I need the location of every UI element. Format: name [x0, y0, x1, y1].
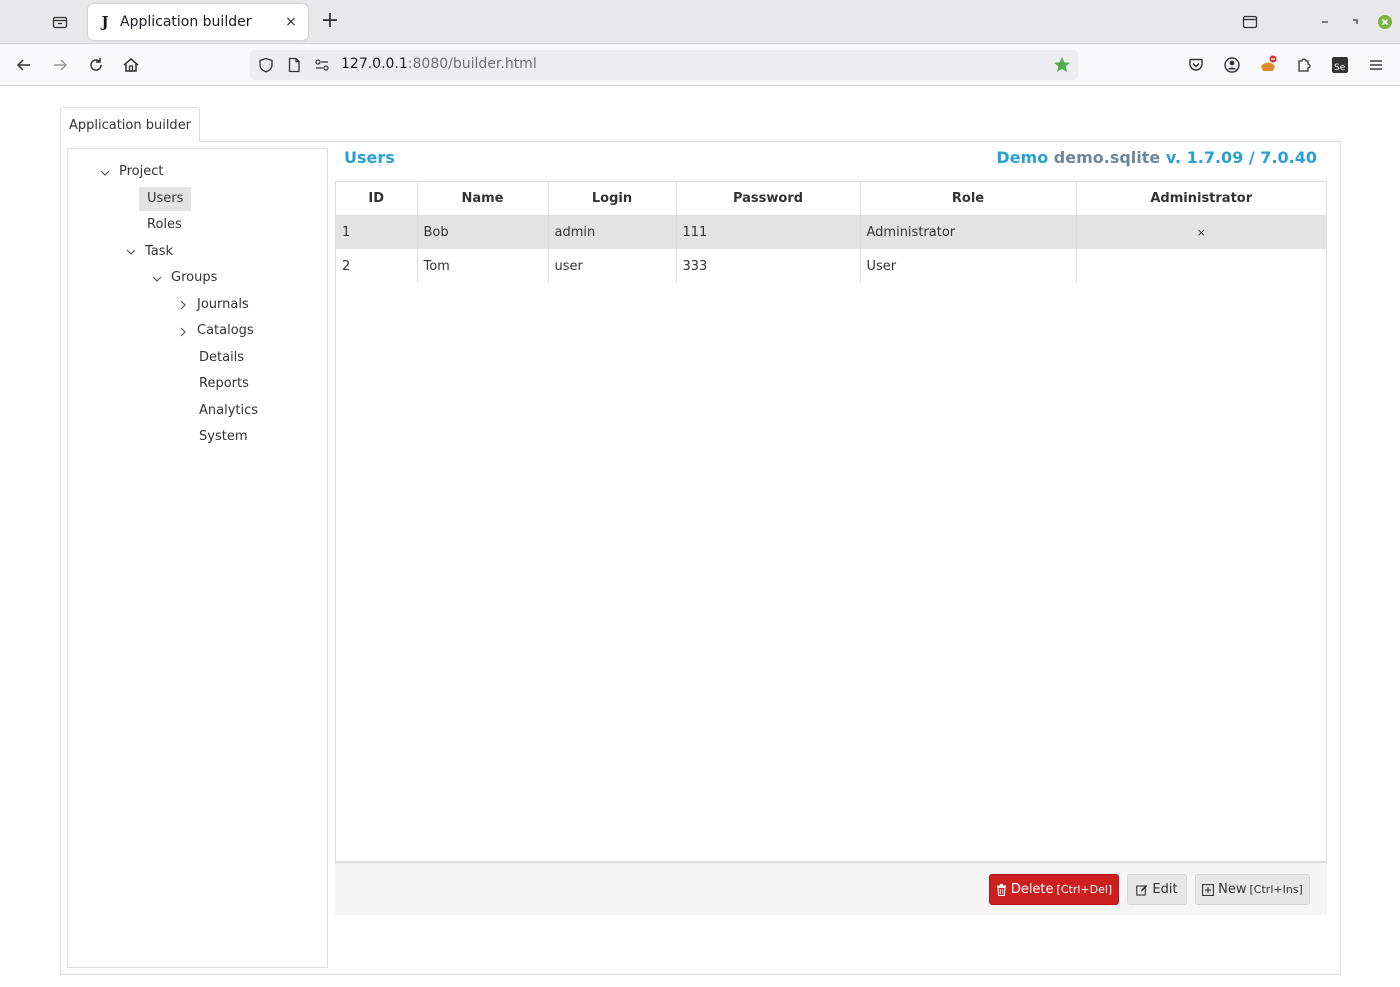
edit-icon — [1136, 884, 1148, 896]
table-row[interactable]: 1 Bob admin 111 Administrator × — [336, 215, 1326, 249]
cell-name: Bob — [417, 215, 549, 249]
tab-title: Application builder — [120, 14, 252, 30]
column-header-name[interactable]: Name — [417, 182, 549, 216]
page-icon[interactable] — [286, 57, 302, 73]
pocket-icon[interactable] — [1184, 53, 1208, 77]
svg-text:Se: Se — [1334, 63, 1346, 73]
back-icon[interactable] — [12, 53, 36, 77]
cell-password: 333 — [676, 249, 861, 283]
new-button[interactable]: New [Ctrl+Ins] — [1195, 874, 1310, 905]
menu-icon[interactable] — [1364, 53, 1388, 77]
tab-application-builder[interactable]: Application builder — [60, 107, 200, 142]
grid-footer: Delete [Ctrl+Del] Edit New [Ctrl+Ins] — [335, 862, 1327, 915]
tab-close-icon[interactable]: × — [282, 13, 300, 31]
cell-login: user — [548, 249, 677, 283]
close-window-icon[interactable] — [1376, 12, 1394, 32]
version-app: Demo — [996, 148, 1049, 167]
page-title: Users — [344, 148, 395, 167]
table-row[interactable]: 2 Tom user 333 User — [336, 249, 1326, 283]
trash-icon — [996, 883, 1007, 896]
bookmark-star-icon[interactable] — [1052, 55, 1072, 75]
cell-id: 1 — [336, 215, 418, 249]
chevron-down-icon[interactable] — [125, 246, 137, 258]
tab-favicon-icon: J — [101, 13, 109, 31]
minimize-icon[interactable] — [1318, 12, 1332, 32]
extensions-puzzle-icon[interactable] — [1292, 53, 1316, 77]
version-db: demo.sqlite — [1053, 148, 1161, 167]
tree-node-journals[interactable]: Journals — [189, 293, 257, 317]
forward-icon[interactable] — [48, 53, 72, 77]
selenium-icon[interactable]: Se — [1328, 53, 1352, 77]
chevron-right-icon[interactable] — [177, 326, 189, 338]
cell-name: Tom — [417, 249, 549, 283]
url-host: 127.0.0.1 — [341, 56, 408, 72]
delete-button[interactable]: Delete [Ctrl+Del] — [989, 874, 1119, 905]
browser-navbar: 127.0.0.1:8080/builder.html Se — [0, 44, 1400, 86]
tree-node-details[interactable]: Details — [191, 346, 252, 370]
tree-node-system[interactable]: System — [191, 425, 255, 449]
window-restore-icon[interactable] — [1240, 12, 1260, 32]
browser-tab-active[interactable]: J Application builder × — [88, 4, 308, 40]
tree-node-analytics[interactable]: Analytics — [191, 399, 266, 423]
tree-node-users[interactable]: Users — [139, 187, 192, 211]
maximize-icon[interactable] — [1348, 12, 1362, 32]
column-header-password[interactable]: Password — [676, 182, 861, 216]
tree-node-roles[interactable]: Roles — [139, 213, 190, 237]
permissions-icon[interactable] — [314, 57, 330, 73]
tab-list-icon[interactable] — [48, 10, 72, 34]
cell-administrator — [1076, 249, 1326, 283]
cell-administrator: × — [1076, 215, 1326, 249]
table-header-row: ID Name Login Password Role Administrato… — [336, 182, 1326, 216]
new-label: New — [1218, 882, 1247, 897]
account-icon[interactable] — [1220, 53, 1244, 77]
url-path: :8080/builder.html — [407, 56, 537, 72]
users-table: ID Name Login Password Role Administrato… — [336, 182, 1326, 283]
url-bar[interactable]: 127.0.0.1:8080/builder.html — [250, 50, 1078, 80]
url-text[interactable]: 127.0.0.1:8080/builder.html — [341, 56, 537, 72]
cell-role: User — [860, 249, 1077, 283]
tree-node-reports[interactable]: Reports — [191, 372, 257, 396]
reload-icon[interactable] — [84, 53, 108, 77]
tree-node-groups[interactable]: Groups — [163, 266, 225, 290]
chevron-down-icon[interactable] — [151, 273, 163, 285]
cell-password: 111 — [676, 215, 861, 249]
tree-node-task[interactable]: Task — [137, 240, 181, 264]
tree-node-project[interactable]: Project — [111, 160, 171, 184]
users-grid: ID Name Login Password Role Administrato… — [335, 181, 1327, 862]
navigation-tree: Project Users Roles Task Groups Journals… — [67, 148, 328, 968]
plus-square-icon — [1202, 883, 1215, 896]
cell-role: Administrator — [860, 215, 1077, 249]
column-header-id[interactable]: ID — [336, 182, 418, 216]
extension-badge-icon[interactable] — [1256, 53, 1280, 77]
cell-login: admin — [548, 215, 677, 249]
delete-shortcut: [Ctrl+Del] — [1056, 883, 1113, 896]
column-header-login[interactable]: Login — [548, 182, 677, 216]
browser-tabbar: J Application builder × + — [0, 0, 1400, 44]
chevron-right-icon[interactable] — [177, 299, 189, 311]
version-info: Demo demo.sqlite v. 1.7.09 / 7.0.40 — [996, 148, 1317, 167]
shield-icon[interactable] — [258, 57, 274, 73]
version-number: v. 1.7.09 / 7.0.40 — [1165, 148, 1317, 167]
delete-label: Delete — [1010, 882, 1054, 897]
column-header-administrator[interactable]: Administrator — [1076, 182, 1326, 216]
chevron-down-icon[interactable] — [99, 167, 111, 179]
new-tab-button[interactable]: + — [318, 10, 342, 34]
edit-label: Edit — [1152, 882, 1178, 897]
new-shortcut: [Ctrl+Ins] — [1249, 883, 1303, 896]
cell-id: 2 — [336, 249, 418, 283]
edit-button[interactable]: Edit — [1127, 874, 1187, 905]
home-icon[interactable] — [119, 53, 143, 77]
column-header-role[interactable]: Role — [860, 182, 1077, 216]
tree-node-catalogs[interactable]: Catalogs — [189, 319, 262, 343]
